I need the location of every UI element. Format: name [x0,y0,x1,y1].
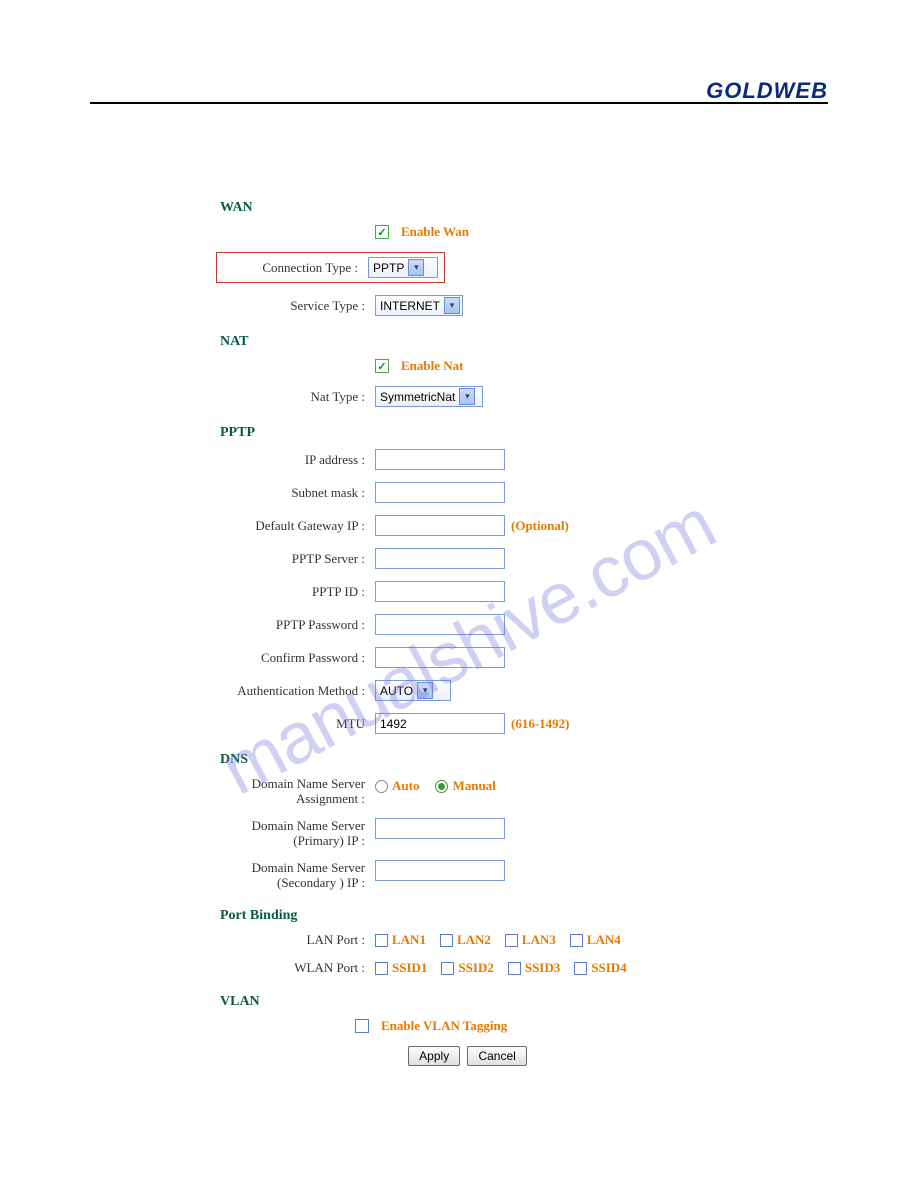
lan4-label: LAN4 [587,932,621,948]
wlan-port-label: WLAN Port : [220,960,375,976]
ssid2-checkbox[interactable] [441,962,454,975]
pptp-id-label: PPTP ID : [220,584,375,600]
vlan-section-title: VLAN [220,988,715,1018]
auth-method-label: Authentication Method : [220,683,375,699]
pptp-password-label: PPTP Password : [220,617,375,633]
dns-assignment-label: Domain Name ServerAssignment : [220,776,375,806]
service-type-value: INTERNET [380,299,440,313]
port-binding-section-title: Port Binding [220,902,715,932]
dns-secondary-input[interactable] [375,860,505,881]
pptp-id-input[interactable] [375,581,505,602]
enable-wan-label: Enable Wan [401,224,469,240]
ip-address-input[interactable] [375,449,505,470]
connection-type-label: Connection Type : [217,260,368,276]
lan2-label: LAN2 [457,932,491,948]
ssid4-label: SSID4 [591,960,626,976]
lan-port-label: LAN Port : [220,932,375,948]
enable-vlan-label: Enable VLAN Tagging [381,1018,507,1034]
lan3-label: LAN3 [522,932,556,948]
ssid2-label: SSID2 [458,960,493,976]
service-type-select[interactable]: INTERNET ▾ [375,295,463,316]
dns-auto-radio[interactable] [375,780,388,793]
apply-button[interactable]: Apply [408,1046,460,1066]
chevron-down-icon: ▾ [444,297,460,314]
connection-type-select[interactable]: PPTP ▾ [368,257,438,278]
lan1-label: LAN1 [392,932,426,948]
auth-method-value: AUTO [380,684,413,698]
confirm-password-label: Confirm Password : [220,650,375,666]
pptp-section-title: PPTP [220,419,715,449]
enable-nat-label: Enable Nat [401,358,463,374]
ssid3-label: SSID3 [525,960,560,976]
service-type-label: Service Type : [220,298,375,314]
connection-type-highlight: Connection Type : PPTP ▾ [216,252,445,283]
dns-primary-input[interactable] [375,818,505,839]
dns-auto-label: Auto [392,778,419,794]
pptp-server-input[interactable] [375,548,505,569]
pptp-password-input[interactable] [375,614,505,635]
default-gateway-input[interactable] [375,515,505,536]
lan4-checkbox[interactable] [570,934,583,947]
dns-manual-label: Manual [452,778,495,794]
ssid3-checkbox[interactable] [508,962,521,975]
chevron-down-icon: ▾ [417,682,433,699]
nat-section-title: NAT [220,328,715,358]
mtu-note: (616-1492) [511,716,570,732]
nat-type-label: Nat Type : [220,389,375,405]
dns-section-title: DNS [220,746,715,776]
enable-wan-checkbox[interactable] [375,225,389,239]
dns-manual-radio[interactable] [435,780,448,793]
brand-logo: GOLDWEB [706,78,828,104]
chevron-down-icon: ▾ [459,388,475,405]
subnet-mask-input[interactable] [375,482,505,503]
nat-type-select[interactable]: SymmetricNat ▾ [375,386,483,407]
enable-vlan-checkbox[interactable] [355,1019,369,1033]
enable-nat-checkbox[interactable] [375,359,389,373]
lan2-checkbox[interactable] [440,934,453,947]
cancel-button[interactable]: Cancel [467,1046,526,1066]
ip-address-label: IP address : [220,452,375,468]
ssid1-checkbox[interactable] [375,962,388,975]
dns-secondary-label: Domain Name Server(Secondary ) IP : [220,860,375,890]
lan3-checkbox[interactable] [505,934,518,947]
auth-method-select[interactable]: AUTO ▾ [375,680,451,701]
lan1-checkbox[interactable] [375,934,388,947]
pptp-server-label: PPTP Server : [220,551,375,567]
connection-type-value: PPTP [373,261,404,275]
chevron-down-icon: ▾ [408,259,424,276]
nat-type-value: SymmetricNat [380,390,455,404]
confirm-password-input[interactable] [375,647,505,668]
optional-note: (Optional) [511,518,569,534]
subnet-mask-label: Subnet mask : [220,485,375,501]
mtu-input[interactable] [375,713,505,734]
mtu-label: MTU [220,716,375,732]
settings-panel: manualshive.com WAN Enable Wan Connectio… [220,194,715,1066]
default-gateway-label: Default Gateway IP : [220,518,375,534]
ssid4-checkbox[interactable] [574,962,587,975]
ssid1-label: SSID1 [392,960,427,976]
wan-section-title: WAN [220,194,715,224]
dns-primary-label: Domain Name Server(Primary) IP : [220,818,375,848]
